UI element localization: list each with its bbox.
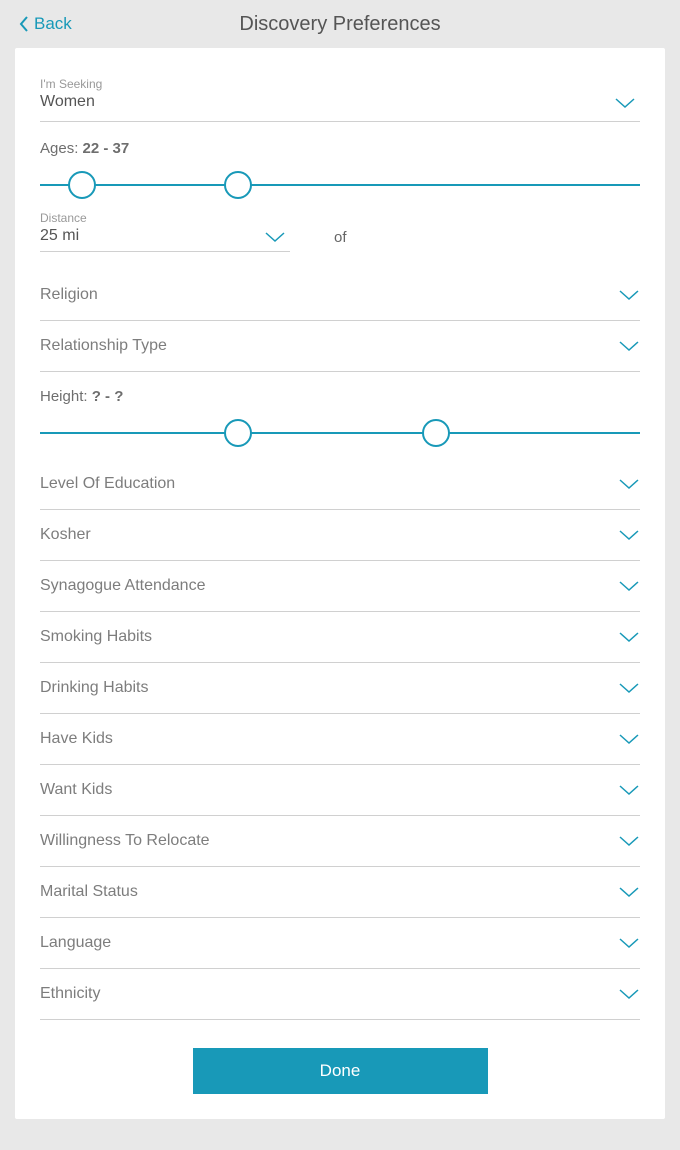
slider-track	[40, 184, 640, 186]
pref-label: Religion	[40, 286, 98, 304]
chevron-down-icon	[618, 937, 640, 949]
back-label: Back	[34, 14, 72, 34]
pref-religion[interactable]: Religion	[40, 270, 640, 321]
pref-label: Relationship Type	[40, 337, 167, 355]
pref-label: Ethnicity	[40, 985, 100, 1003]
pref-drinking[interactable]: Drinking Habits	[40, 663, 640, 714]
pref-have-kids[interactable]: Have Kids	[40, 714, 640, 765]
chevron-left-icon	[18, 15, 30, 33]
of-text: of	[334, 229, 347, 252]
distance-row: Distance 25 mi of	[40, 211, 640, 252]
chevron-down-icon	[618, 478, 640, 490]
chevron-down-icon	[618, 340, 640, 352]
pref-label: Synagogue Attendance	[40, 577, 205, 595]
pref-label: Want Kids	[40, 781, 112, 799]
slider-handle-max[interactable]	[224, 171, 252, 199]
chevron-down-icon	[618, 631, 640, 643]
pref-marital[interactable]: Marital Status	[40, 867, 640, 918]
seeking-select[interactable]: I'm Seeking Women	[40, 68, 640, 122]
preferences-card: I'm Seeking Women Ages: 22 - 37 Distance…	[15, 48, 665, 1119]
chevron-down-icon	[618, 580, 640, 592]
seeking-label: I'm Seeking	[40, 77, 640, 91]
done-button[interactable]: Done	[193, 1048, 488, 1094]
ages-slider[interactable]	[40, 171, 640, 199]
pref-label: Level Of Education	[40, 475, 175, 493]
height-label: Height: ? - ?	[40, 388, 640, 405]
chevron-down-icon	[618, 835, 640, 847]
header: Back Discovery Preferences	[0, 0, 680, 48]
page-title: Discovery Preferences	[239, 13, 440, 36]
ages-label: Ages: 22 - 37	[40, 140, 640, 157]
pref-label: Kosher	[40, 526, 91, 544]
pref-kosher[interactable]: Kosher	[40, 510, 640, 561]
pref-label: Willingness To Relocate	[40, 832, 210, 850]
chevron-down-icon	[618, 733, 640, 745]
pref-want-kids[interactable]: Want Kids	[40, 765, 640, 816]
prefs-group-1: Religion Relationship Type	[40, 270, 640, 372]
chevron-down-icon	[618, 529, 640, 541]
slider-handle-max[interactable]	[422, 419, 450, 447]
pref-label: Have Kids	[40, 730, 113, 748]
height-value: ? - ?	[92, 388, 124, 405]
pref-education[interactable]: Level Of Education	[40, 459, 640, 510]
pref-ethnicity[interactable]: Ethnicity	[40, 969, 640, 1020]
chevron-down-icon	[264, 231, 286, 243]
pref-label: Marital Status	[40, 883, 138, 901]
chevron-down-icon	[618, 886, 640, 898]
pref-synagogue[interactable]: Synagogue Attendance	[40, 561, 640, 612]
chevron-down-icon	[618, 682, 640, 694]
height-section: Height: ? - ?	[40, 372, 640, 447]
ages-section: Ages: 22 - 37	[40, 130, 640, 199]
pref-smoking[interactable]: Smoking Habits	[40, 612, 640, 663]
pref-label: Language	[40, 934, 111, 952]
seeking-value: Women	[40, 93, 640, 111]
distance-value: 25 mi	[40, 227, 290, 245]
slider-handle-min[interactable]	[68, 171, 96, 199]
slider-handle-min[interactable]	[224, 419, 252, 447]
chevron-down-icon	[618, 784, 640, 796]
chevron-down-icon	[614, 97, 636, 109]
height-slider[interactable]	[40, 419, 640, 447]
slider-track	[40, 432, 640, 434]
ages-value: 22 - 37	[83, 140, 130, 157]
distance-label: Distance	[40, 211, 290, 225]
prefs-group-2: Level Of Education Kosher Synagogue Attend…	[40, 459, 640, 1020]
pref-label: Drinking Habits	[40, 679, 148, 697]
pref-language[interactable]: Language	[40, 918, 640, 969]
distance-select[interactable]: Distance 25 mi	[40, 211, 290, 252]
pref-relationship-type[interactable]: Relationship Type	[40, 321, 640, 372]
pref-label: Smoking Habits	[40, 628, 152, 646]
pref-relocate[interactable]: Willingness To Relocate	[40, 816, 640, 867]
chevron-down-icon	[618, 289, 640, 301]
back-button[interactable]: Back	[18, 14, 72, 34]
chevron-down-icon	[618, 988, 640, 1000]
